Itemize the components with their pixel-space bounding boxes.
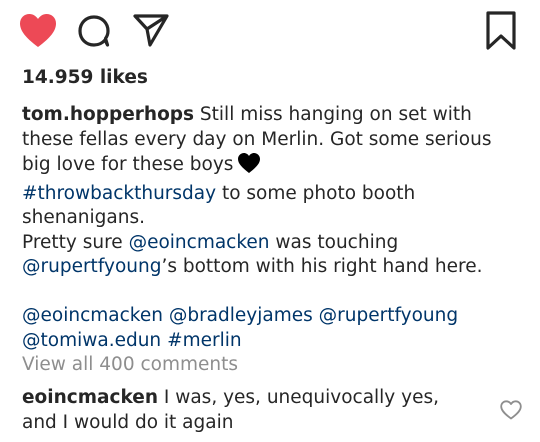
- caption-line: big love for these boys: [22, 152, 522, 182]
- post-action-bar: [0, 0, 540, 60]
- comment-line: and I would do it again: [22, 411, 234, 433]
- caption-line: #throwbackthursday to some photo booth: [22, 182, 522, 207]
- caption-tags-line: @eoincmacken @bradleyjames @rupertfyoung: [22, 304, 522, 329]
- comment-item: eoincmacken I was, yes, unequivocally ye…: [22, 386, 482, 435]
- likes-count[interactable]: 14.959 likes: [22, 67, 148, 88]
- paper-plane-share-icon[interactable]: [132, 11, 170, 49]
- caption-text: Still miss hanging on set with: [194, 104, 472, 125]
- hashtag-link[interactable]: #throwbackthursday: [22, 183, 216, 204]
- caption-username[interactable]: tom.hopperhops: [22, 104, 194, 125]
- caption-line: Pretty sure @eoincmacken was touching: [22, 231, 522, 256]
- caption-text: to some photo booth: [216, 182, 416, 204]
- comment-text: I was, yes, unequivocally yes,: [158, 387, 439, 408]
- black-heart-icon: [237, 152, 261, 182]
- caption-line: these fellas every day on Merlin. Got so…: [22, 128, 492, 150]
- comment-bubble-icon[interactable]: [76, 13, 112, 49]
- caption-text: big love for these boys: [22, 154, 234, 175]
- comment-like-heart-icon[interactable]: [500, 400, 522, 420]
- caption-tags-line: @tomiwa.edun #merlin: [22, 329, 522, 354]
- comment-line: eoincmacken I was, yes, unequivocally ye…: [22, 386, 482, 411]
- like-heart-icon[interactable]: [18, 12, 58, 50]
- hashtag-link[interactable]: #merlin: [167, 330, 242, 351]
- caption-text: was touching: [269, 231, 399, 253]
- mention-link[interactable]: @bradleyjames: [169, 305, 313, 326]
- mention-link[interactable]: @tomiwa.edun: [22, 330, 161, 351]
- caption-text: ’s bottom with his right hand here.: [161, 256, 483, 277]
- caption-line: @rupertfyoung’s bottom with his right ha…: [22, 255, 522, 280]
- view-all-comments-link[interactable]: View all 400 comments: [22, 354, 238, 375]
- caption-line: tom.hopperhops Still miss hanging on set…: [22, 103, 522, 128]
- caption-line: shenanigans.: [22, 207, 145, 228]
- mention-link[interactable]: @eoincmacken: [129, 232, 270, 253]
- post-caption: tom.hopperhops Still miss hanging on set…: [22, 103, 522, 353]
- caption-text: Pretty sure: [22, 231, 129, 253]
- mention-link[interactable]: @rupertfyoung: [22, 256, 161, 277]
- mention-link[interactable]: @rupertfyoung: [319, 305, 458, 326]
- comment-username[interactable]: eoincmacken: [22, 387, 158, 408]
- bookmark-save-icon[interactable]: [484, 10, 518, 52]
- mention-link[interactable]: @eoincmacken: [22, 305, 163, 326]
